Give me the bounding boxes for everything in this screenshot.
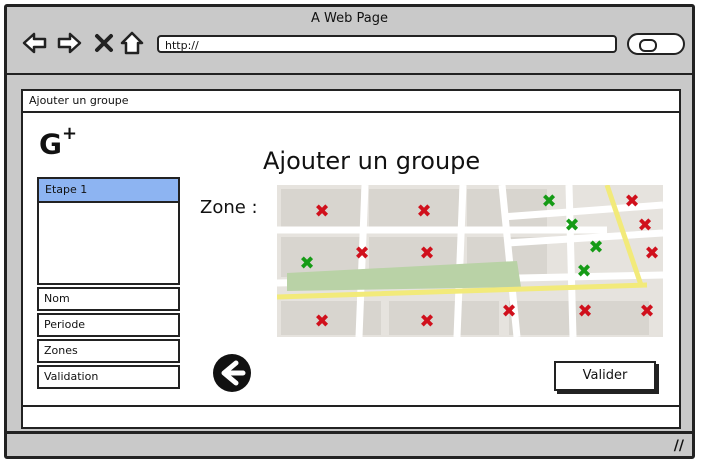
step-selected[interactable]: Etape 1 [39, 179, 178, 203]
green-marker: ✖ [541, 191, 556, 212]
breadcrumb: Ajouter un groupe [23, 91, 679, 113]
zone-label: Zone : [200, 197, 258, 218]
toolbar-divider [7, 73, 692, 75]
close-icon[interactable] [90, 29, 118, 57]
green-marker: ✖ [576, 261, 591, 282]
step-item-periode[interactable]: Periode [37, 313, 180, 337]
green-marker: ✖ [299, 253, 314, 274]
content-footer [23, 405, 679, 427]
red-marker: ✖ [639, 301, 654, 322]
step-item-nom[interactable]: Nom [37, 287, 180, 311]
page-title: Ajouter un groupe [263, 147, 481, 175]
red-marker: ✖ [637, 215, 652, 236]
steps-sidebar: Etape 1 Nom Periode Zones Validation [37, 177, 182, 389]
step-item-validation[interactable]: Validation [37, 365, 180, 389]
steps-panel: Etape 1 [37, 177, 180, 285]
step-item-zones[interactable]: Zones [37, 339, 180, 363]
window-title: A Web Page [311, 11, 388, 26]
back-icon[interactable] [21, 29, 49, 57]
red-marker: ✖ [416, 201, 431, 222]
red-marker: ✖ [419, 311, 434, 332]
red-marker: ✖ [577, 301, 592, 322]
red-marker: ✖ [419, 243, 434, 264]
red-marker: ✖ [354, 243, 369, 264]
status-bar: // [7, 431, 692, 456]
home-icon[interactable] [118, 29, 146, 57]
search-icon[interactable] [627, 33, 685, 55]
red-marker: ✖ [501, 301, 516, 322]
logo-letter: G [39, 127, 62, 161]
forward-icon[interactable] [55, 29, 83, 57]
red-marker: ✖ [624, 191, 639, 212]
browser-window: A Web Page http:// Ajouter un groupe G+ … [4, 4, 695, 459]
green-marker: ✖ [564, 215, 579, 236]
logo-plus: + [61, 123, 78, 144]
red-marker: ✖ [644, 243, 659, 264]
validate-button[interactable]: Valider [554, 361, 656, 391]
resize-grip-icon[interactable]: // [674, 438, 684, 454]
red-marker: ✖ [314, 201, 329, 222]
url-field[interactable]: http:// [157, 35, 617, 53]
red-marker: ✖ [314, 311, 329, 332]
green-marker: ✖ [588, 237, 603, 258]
page-content: Ajouter un groupe G+ Etape 1 Nom Periode… [21, 89, 681, 429]
zone-map[interactable]: ✖ ✖ ✖ ✖ ✖ ✖ ✖ ✖ ✖ ✖ ✖ ✖ ✖ ✖ ✖ ✖ ✖ [277, 185, 663, 337]
back-arrow-icon[interactable] [212, 353, 252, 393]
google-plus-logo: G+ [39, 123, 77, 161]
